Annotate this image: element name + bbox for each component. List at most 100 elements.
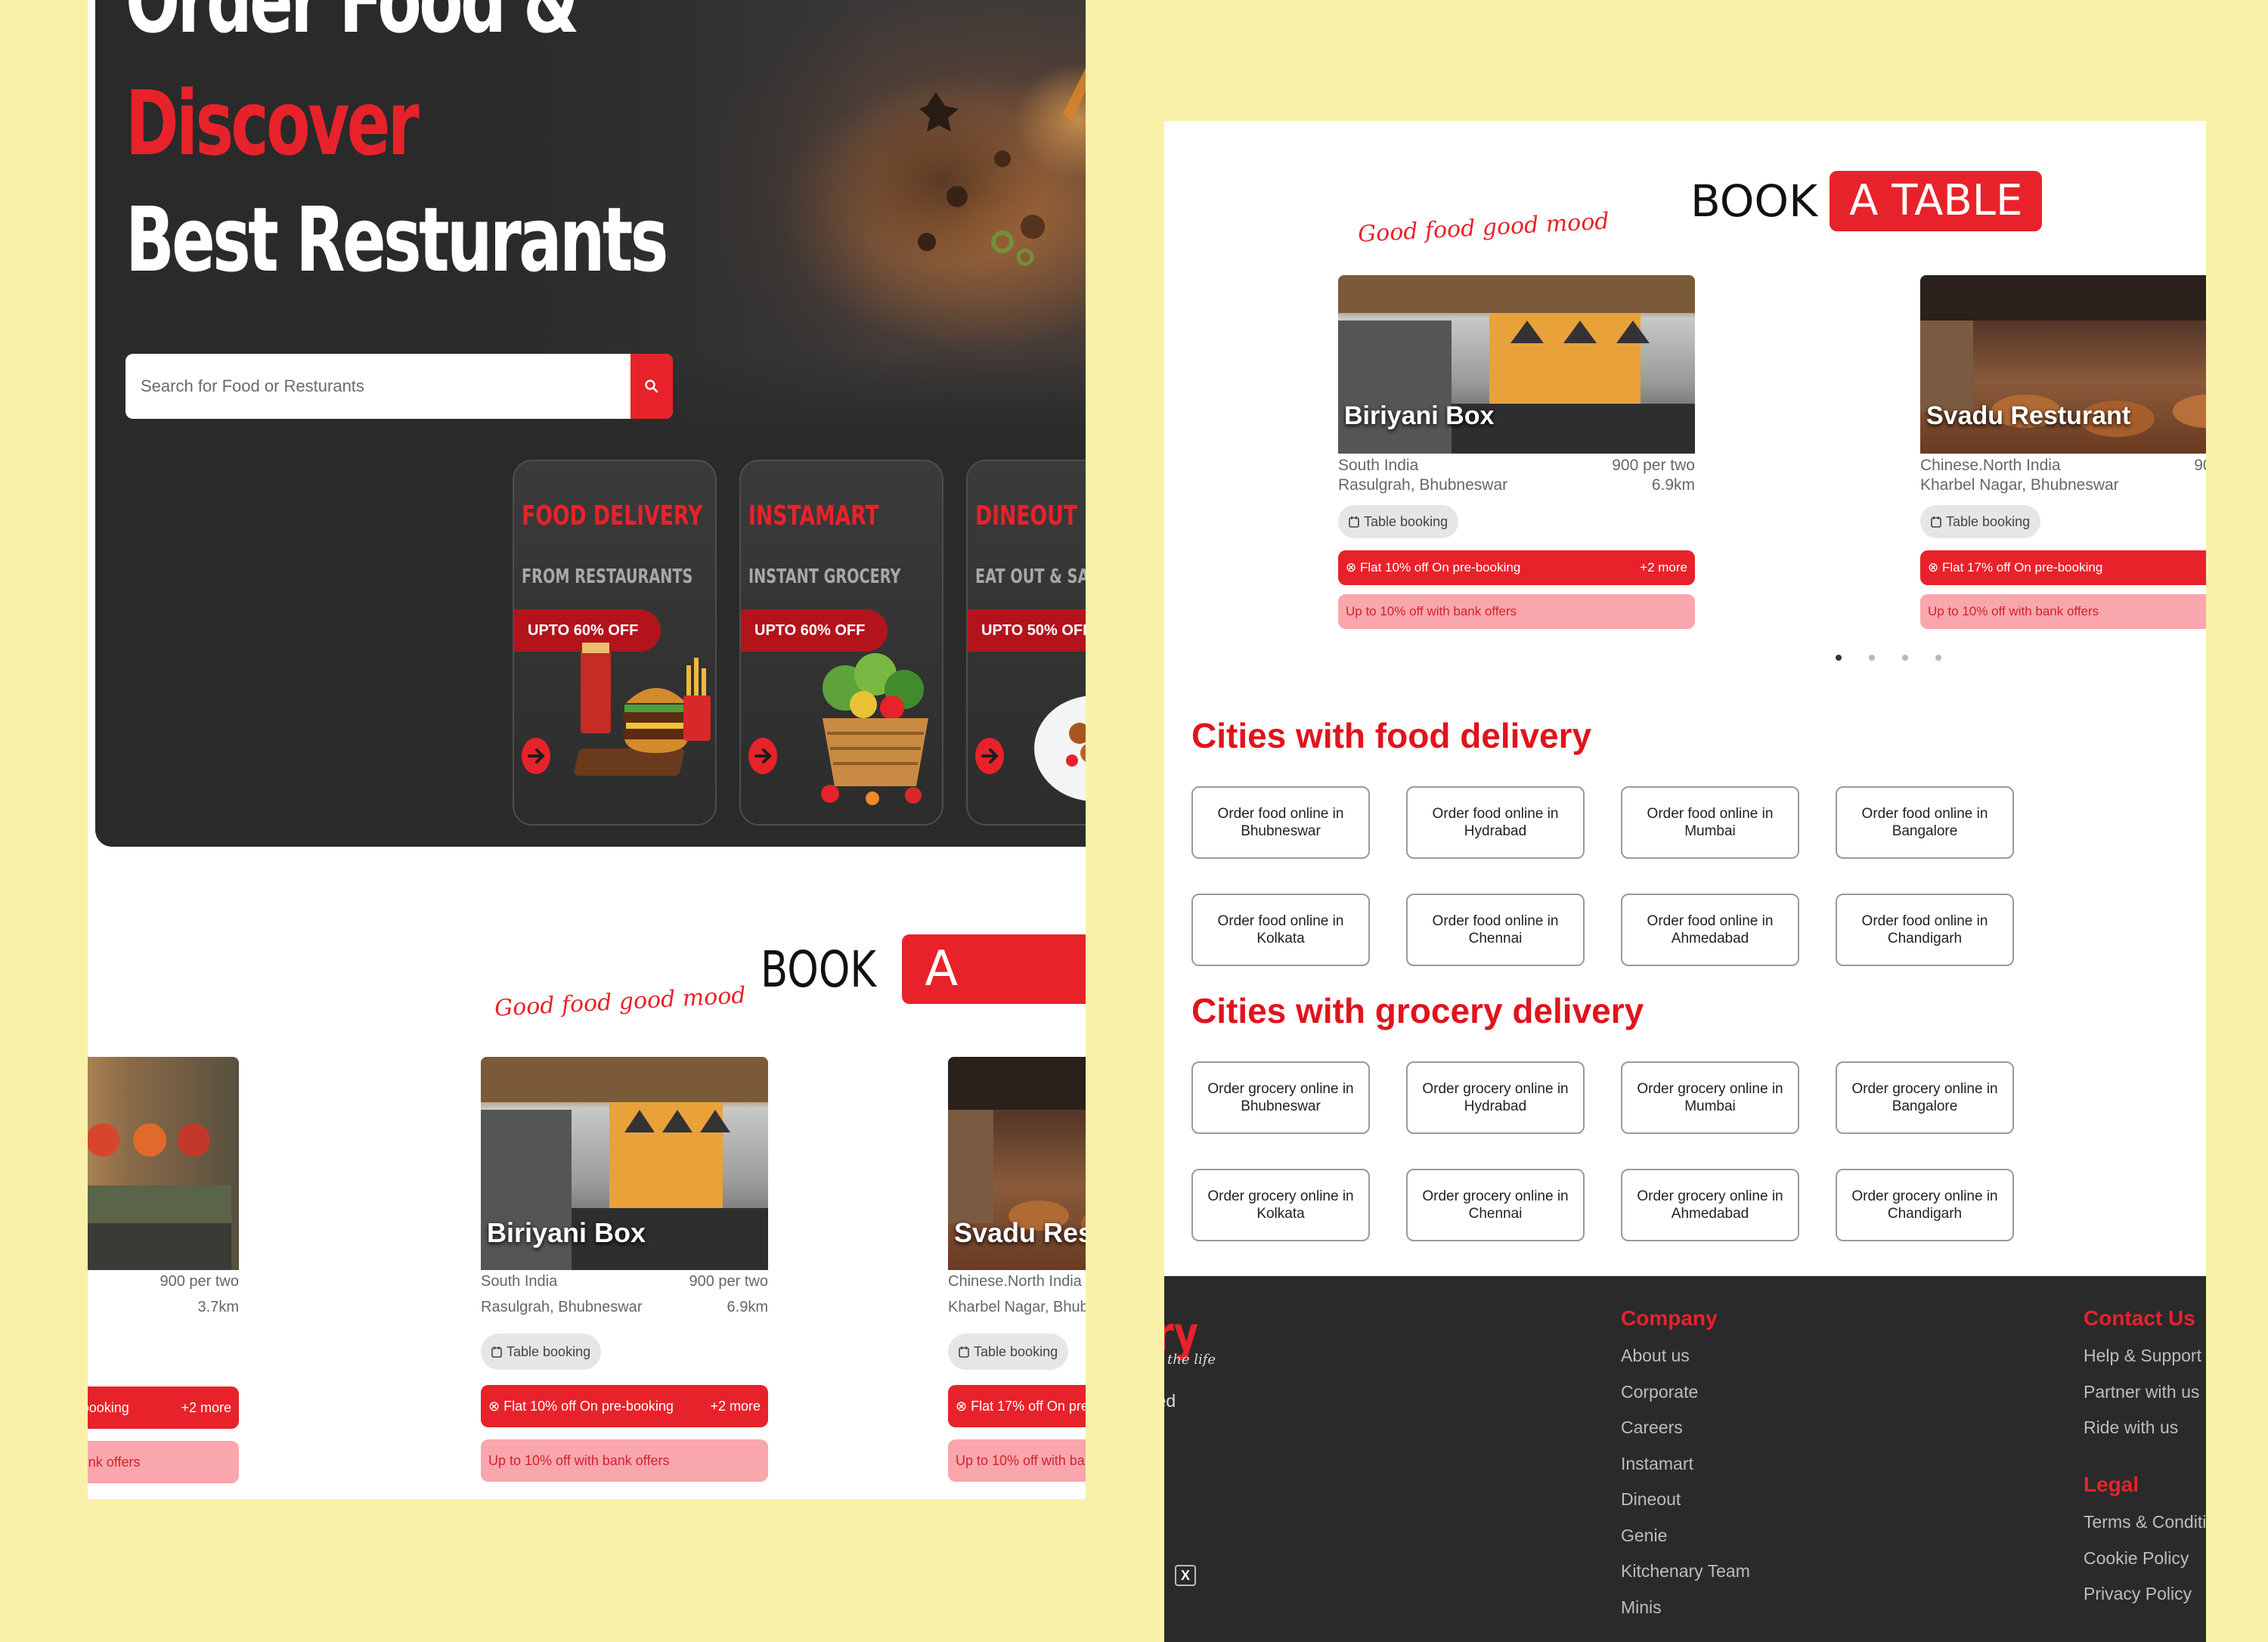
restaurant-name: Biriyani Box — [1344, 401, 1495, 430]
arrow-right-icon[interactable] — [974, 736, 1005, 776]
food-city-button[interactable]: Order food online in Hydrabad — [1406, 786, 1585, 859]
footer-link[interactable]: Corporate — [1621, 1382, 1698, 1402]
food-city-button[interactable]: Order food online in Bangalore — [1836, 786, 2014, 859]
dish-icon — [1034, 696, 1086, 801]
footer-link[interactable]: Cookie Policy — [2084, 1548, 2189, 1569]
grocery-city-button[interactable]: Order grocery online in Bangalore — [1836, 1061, 2014, 1134]
distance: 6.9km — [1651, 476, 1695, 494]
book-table-heading: BOOK A TABLE — [1690, 171, 2043, 231]
grocery-cities-heading: Cities with grocery delivery — [1191, 991, 1644, 1030]
food-city-button[interactable]: Order food online in Kolkata — [1191, 894, 1370, 966]
bank-offer: Up to 10% off with bank offers — [481, 1439, 768, 1482]
bank-offer: Up to 10% off with bank offers — [948, 1439, 1086, 1482]
offer-text: Flat 10% off On pre-booking — [503, 1398, 674, 1414]
table-booking-label: Table booking — [507, 1343, 591, 1359]
footer-link[interactable]: Partner with us — [2084, 1382, 2199, 1402]
carousel-dots — [1836, 655, 1941, 661]
table-booking-label: Table booking — [1364, 513, 1448, 529]
locality: Rasulgrah, Bhubneswar — [481, 1299, 643, 1315]
restaurant-card[interactable]: Biriyani Box South India Rasulgrah, Bhub… — [481, 1057, 768, 1482]
more-offers: +2 more — [710, 1398, 761, 1414]
tagline: Good food good mood — [1357, 208, 1610, 248]
prebooking-offer[interactable]: ⊗ Flat 17% off On pre-booking — [1920, 550, 2206, 585]
offer-text: Flat 10% off On pre-booking — [1359, 560, 1521, 575]
food-city-button[interactable]: Order food online in Bhubneswar — [1191, 786, 1370, 859]
cost-for-two: 900 per two — [2194, 457, 2206, 474]
prebooking-offer[interactable]: ⊗ Flat 17% off On pre-booking — [948, 1385, 1086, 1427]
table-booking-chip[interactable]: Table booking — [948, 1334, 1069, 1370]
table-booking-chip[interactable]: Table booking — [1920, 505, 2041, 538]
prebooking-offer[interactable]: ⊗ Flat 10% off On pre-booking +2 more — [1338, 550, 1695, 585]
prebooking-offer[interactable]: ⊗ Flat 10% off On pre-booking +2 more — [481, 1385, 768, 1427]
service-title: DINEOUT — [975, 500, 1077, 531]
food-city-button[interactable]: Order food online in Chennai — [1406, 894, 1585, 966]
footer-link[interactable]: Help & Support — [2084, 1346, 2201, 1366]
hero-title-line3: Best Resturants — [125, 187, 668, 292]
food-city-button[interactable]: Order food online in Mumbai — [1621, 786, 1799, 859]
restaurant-photo — [88, 1057, 239, 1270]
footer-link[interactable]: Minis — [1621, 1597, 1662, 1618]
search-button[interactable] — [631, 354, 673, 419]
footer-link[interactable]: About us — [1621, 1346, 1690, 1366]
arrow-right-icon[interactable] — [747, 736, 779, 776]
carousel-dot[interactable] — [1935, 655, 1941, 661]
footer-link[interactable]: Terms & Conditions — [2084, 1512, 2206, 1532]
bank-offer: Up to 10% off with bank offers — [1338, 594, 1695, 629]
distance: 6.9km — [727, 1299, 768, 1315]
food-city-button[interactable]: Order food online in Ahmedabad — [1621, 894, 1799, 966]
right-screenshot: BOOK A TABLE Good food good mood Biriyan… — [1164, 121, 2206, 1642]
food-city-button[interactable]: Order food online in Chandigarh — [1836, 894, 2014, 966]
cost-for-two: 900 per two — [1612, 457, 1695, 474]
table-booking-chip[interactable]: Table booking — [1338, 505, 1459, 538]
restaurant-card[interactable]: Svadu Resturant Chinese.North India Khar… — [948, 1057, 1086, 1482]
footer-link[interactable]: Genie — [1621, 1526, 1667, 1546]
offer-text-wrap: ⊗ Flat 10% off On pre-booking — [1346, 560, 1520, 575]
restaurant-card[interactable]: Biriyani Box South India Rasulgrah, Bhub… — [1338, 275, 1695, 629]
grocery-city-button[interactable]: Order grocery online in Bhubneswar — [1191, 1061, 1370, 1134]
restaurant-card[interactable]: Svadu Resturant Chinese.North India Khar… — [1920, 275, 2206, 629]
carousel-dot[interactable] — [1869, 655, 1875, 661]
calendar-icon — [959, 1346, 969, 1358]
hero-title-line1: Order Food & — [125, 0, 579, 53]
footer-link[interactable]: Careers — [1621, 1417, 1683, 1438]
bank-offer: Up to 10% off with bank offers — [1920, 594, 2206, 629]
service-subtitle: INSTANT GROCERY — [748, 565, 901, 588]
cost-for-two: 900 per two — [689, 1273, 768, 1290]
book-highlight: A TABLE — [902, 934, 1086, 1067]
grocery-city-button[interactable]: Order grocery online in Ahmedabad — [1621, 1169, 1799, 1241]
footer-link[interactable]: Dineout — [1621, 1489, 1681, 1510]
search-icon — [645, 380, 658, 393]
offer-icon: ⊗ — [488, 1398, 504, 1414]
carousel-dot[interactable] — [1836, 655, 1842, 661]
footer-link[interactable]: Instamart — [1621, 1454, 1693, 1474]
footer-link[interactable]: Privacy Policy — [2084, 1584, 2192, 1604]
restaurant-photo: Biriyani Box — [481, 1057, 768, 1270]
search-input[interactable] — [125, 354, 606, 419]
prebooking-offer[interactable]: Flat 10% off On pre-booking +2 more — [88, 1386, 239, 1429]
grocery-city-button[interactable]: Order grocery online in Kolkata — [1191, 1169, 1370, 1241]
grocery-city-button[interactable]: Order grocery online in Chennai — [1406, 1169, 1585, 1241]
restaurant-photo: Biriyani Box — [1338, 275, 1695, 454]
restaurant-card[interactable]: 900 per two 3.7km Flat 10% off On pre-bo… — [88, 1057, 239, 1483]
service-card-dineout[interactable]: DINEOUT EAT OUT & SAVE UPTO 50% OFF — [966, 460, 1086, 826]
left-screenshot: Order Food & Discover Best Resturants FO… — [88, 0, 1086, 1499]
carousel-dot[interactable] — [1902, 655, 1908, 661]
grocery-city-button[interactable]: Order grocery online in Hydrabad — [1406, 1061, 1585, 1134]
more-offers: +2 more — [181, 1399, 231, 1415]
book-table-heading: BOOK A TABLE — [761, 934, 1086, 1067]
arrow-right-icon[interactable] — [520, 736, 552, 776]
footer-link[interactable]: Ride with us — [2084, 1417, 2178, 1438]
service-card-food-delivery[interactable]: FOOD DELIVERY FROM RESTAURANTS UPTO 60% … — [513, 460, 717, 826]
cuisine: Chinese.North India — [948, 1273, 1082, 1290]
service-subtitle: EAT OUT & SAVE — [975, 565, 1086, 588]
x-icon[interactable]: X — [1175, 1565, 1196, 1586]
service-card-instamart[interactable]: INSTAMART INSTANT GROCERY UPTO 60% OFF — [739, 460, 943, 826]
offer-text: Flat 17% off On pre-booking — [1941, 560, 2103, 575]
offer-text-wrap: ⊗ Flat 10% off On pre-booking — [488, 1399, 674, 1414]
grocery-city-button[interactable]: Order grocery online in Chandigarh — [1836, 1169, 2014, 1241]
burger-fries-icon — [574, 643, 711, 776]
table-booking-chip[interactable]: Table booking — [481, 1334, 602, 1370]
grocery-city-button[interactable]: Order grocery online in Mumbai — [1621, 1061, 1799, 1134]
footer-link[interactable]: Kitchenary Team — [1621, 1561, 1750, 1582]
offer-text: Flat 17% off On pre-booking — [971, 1398, 1086, 1414]
